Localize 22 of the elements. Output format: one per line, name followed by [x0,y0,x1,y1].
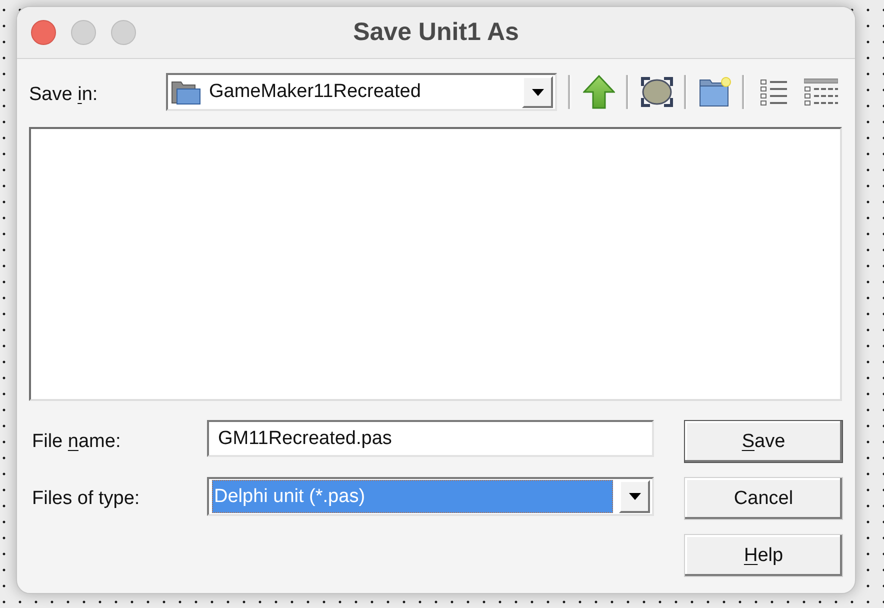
file-type-label: Files of type: [32,488,140,510]
folder-icon [171,79,201,105]
folder-value: GameMaker11Recreated [208,80,422,104]
close-button[interactable] [31,20,56,45]
dropdown-button[interactable] [619,480,650,513]
folder-sparkle-icon[interactable] [699,77,731,107]
cancel-button[interactable]: Cancel [684,477,843,520]
caret-icon [628,493,640,500]
file-name-label: File name: [32,430,121,452]
save-in-label: Save in: [29,84,98,106]
caret-icon [532,88,544,96]
help-button[interactable]: Help [684,534,843,577]
up-arrow-icon[interactable] [583,75,615,109]
save-button[interactable]: Save [684,420,843,463]
file-name-field[interactable]: GM11Recreated.pas [207,420,654,457]
list-view-icon[interactable] [760,78,788,106]
window-title: Save Unit1 As [353,18,519,47]
details-view-icon[interactable] [804,78,838,106]
folder-dropdown[interactable]: GameMaker11Recreated [166,73,557,111]
dropdown-button[interactable] [522,76,553,108]
file-type-value: Delphi unit (*.pas) [212,480,613,513]
ellipse-frame-icon[interactable] [641,77,673,107]
